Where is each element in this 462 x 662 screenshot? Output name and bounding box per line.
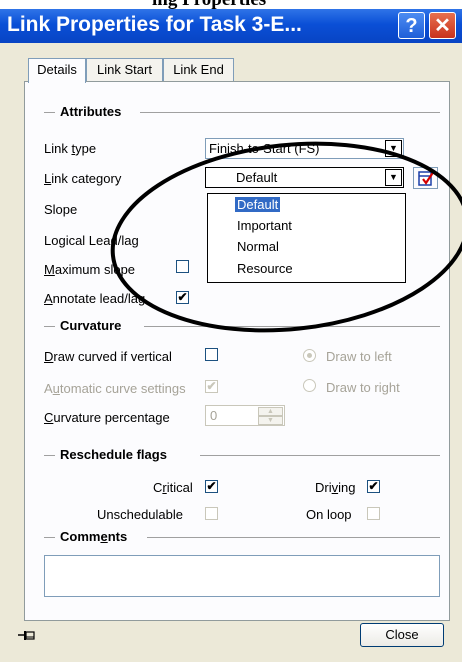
- edit-category-icon: [418, 170, 435, 186]
- draw-right-radio[interactable]: [303, 379, 316, 392]
- section-comments: Comments: [60, 529, 128, 544]
- section-divider: [44, 326, 55, 327]
- link-type-label: Link type: [44, 141, 97, 156]
- slope-label: Slope: [44, 202, 78, 217]
- curvature-percentage-label: Curvature percentage: [44, 410, 170, 425]
- section-curvature: Curvature: [60, 318, 122, 333]
- lead-lag-label: Logical Lead/lag: [44, 233, 139, 248]
- cropped-heading: ing Properties: [0, 0, 462, 9]
- max-slope-label: Maximum slope: [44, 262, 136, 277]
- link-type-value: Finish-to-Start (FS): [209, 141, 320, 156]
- tab-details[interactable]: Details: [28, 58, 86, 83]
- section-divider: [144, 326, 440, 327]
- section-reschedule-flags: Reschedule flags: [60, 447, 167, 462]
- help-button[interactable]: ?: [398, 12, 425, 39]
- driving-label: Driving: [315, 480, 356, 495]
- stepper-up-icon[interactable]: ▲: [258, 407, 283, 416]
- dialog-title: Link Properties for Task 3-E...: [7, 13, 302, 36]
- option-important[interactable]: Important: [237, 218, 292, 233]
- section-divider: [200, 455, 440, 456]
- category-dropdown-list: Default Important Normal Resource: [207, 193, 406, 283]
- draw-curved-checkbox[interactable]: [205, 348, 218, 361]
- radio-dot-icon: [307, 353, 312, 358]
- option-normal[interactable]: Normal: [237, 239, 279, 254]
- chevron-down-icon[interactable]: ▼: [385, 169, 402, 186]
- critical-label: Critical: [153, 480, 193, 495]
- chevron-down-icon[interactable]: ▼: [385, 140, 402, 157]
- curvature-percentage-stepper[interactable]: 0 ▲ ▼: [205, 405, 285, 426]
- driving-checkbox[interactable]: ✔: [367, 480, 380, 493]
- draw-left-label: Draw to left: [326, 349, 392, 364]
- close-button[interactable]: Close: [360, 623, 444, 647]
- pushpin-icon[interactable]: [18, 628, 36, 645]
- link-category-select[interactable]: Default ▼: [205, 167, 404, 188]
- auto-curve-label: Automatic curve settings: [44, 381, 186, 396]
- draw-right-label: Draw to right: [326, 380, 400, 395]
- tab-link-end[interactable]: Link End: [163, 58, 234, 81]
- section-divider: [44, 455, 55, 456]
- annotate-label: Annotate lead/lag: [44, 291, 146, 306]
- on-loop-checkbox[interactable]: [367, 507, 380, 520]
- link-category-value: Default: [236, 170, 278, 185]
- critical-checkbox[interactable]: ✔: [205, 480, 218, 493]
- auto-curve-checkbox[interactable]: ✔: [205, 380, 218, 393]
- stepper-down-icon[interactable]: ▼: [258, 416, 283, 425]
- section-attributes: Attributes: [60, 104, 122, 119]
- curvature-percentage-value: 0: [210, 408, 218, 423]
- unschedulable-label: Unschedulable: [97, 507, 184, 522]
- category-edit-button[interactable]: [413, 167, 438, 189]
- title-bar[interactable]: Link Properties for Task 3-E... ? ✕: [0, 9, 462, 43]
- link-type-select[interactable]: Finish-to-Start (FS) ▼: [205, 138, 404, 159]
- section-divider: [44, 112, 55, 113]
- section-divider: [147, 537, 440, 538]
- unschedulable-checkbox[interactable]: [205, 507, 218, 520]
- option-resource[interactable]: Resource: [237, 261, 293, 276]
- section-divider: [140, 112, 440, 113]
- comments-textarea[interactable]: [44, 555, 440, 597]
- section-divider: [44, 537, 55, 538]
- option-default[interactable]: Default: [235, 197, 281, 212]
- draw-curved-label: Draw curved if vertical: [44, 349, 172, 364]
- tab-link-start[interactable]: Link Start: [86, 58, 163, 81]
- draw-left-radio[interactable]: [303, 349, 316, 362]
- close-window-button[interactable]: ✕: [429, 12, 456, 39]
- pin-glyph: [18, 631, 35, 640]
- annotate-checkbox[interactable]: ✔: [176, 291, 189, 304]
- on-loop-label: On loop: [306, 507, 352, 522]
- max-slope-checkbox[interactable]: [176, 260, 189, 273]
- link-category-label: Link category: [44, 171, 122, 186]
